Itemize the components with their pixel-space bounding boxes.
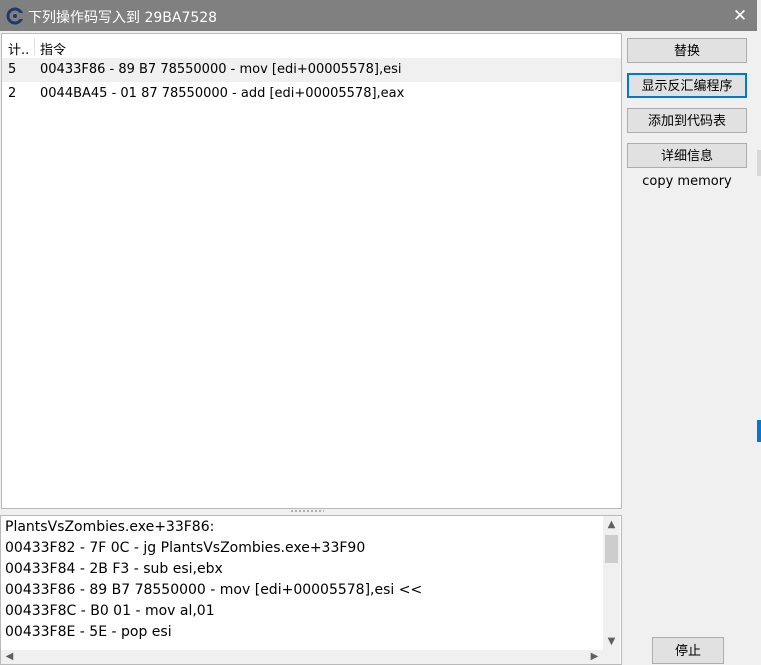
background-window-selection: [757, 420, 761, 442]
disasm-line: 00433F86 - 89 B7 78550000 - mov [edi+000…: [5, 582, 423, 598]
stop-button[interactable]: 停止: [652, 637, 724, 664]
row-instruction: 00433F86 - 89 B7 78550000 - mov [edi+000…: [40, 62, 402, 77]
title-bar[interactable]: 下列操作码写入到 29BA7528 ✕: [0, 0, 757, 31]
disasm-line: 00433F8C - B0 01 - mov al,01: [5, 603, 215, 619]
scroll-right-icon[interactable]: ▶: [586, 650, 603, 664]
column-header-count[interactable]: 计..: [8, 39, 29, 58]
list-row[interactable]: 5 00433F86 - 89 B7 78550000 - mov [edi+0…: [2, 58, 621, 82]
disasm-line: 00433F84 - 2B F3 - sub esi,ebx: [5, 561, 223, 577]
disassembly-view[interactable]: PlantsVsZombies.exe+33F86: 00433F82 - 7F…: [0, 515, 622, 665]
row-instruction: 0044BA45 - 01 87 78550000 - add [edi+000…: [40, 86, 405, 101]
add-to-codelist-button[interactable]: 添加到代码表: [627, 108, 747, 133]
background-window-edge: [757, 0, 761, 665]
disasm-line: 00433F82 - 7F 0C - jg PlantsVsZombies.ex…: [5, 540, 366, 556]
list-row[interactable]: 2 0044BA45 - 01 87 78550000 - add [edi+0…: [2, 82, 621, 106]
scroll-down-icon[interactable]: ▼: [603, 633, 620, 650]
instruction-list[interactable]: 计.. 指令 5 00433F86 - 89 B7 78550000 - mov…: [1, 33, 622, 509]
disasm-line: PlantsVsZombies.exe+33F86:: [5, 519, 215, 535]
splitter-handle[interactable]: [290, 509, 324, 513]
list-header: 计.. 指令: [2, 34, 621, 58]
scrollbar-thumb[interactable]: [605, 535, 618, 563]
horizontal-scrollbar[interactable]: ◀ ▶: [1, 650, 620, 664]
close-icon: ✕: [732, 6, 748, 26]
replace-button[interactable]: 替换: [627, 38, 747, 63]
row-count: 2: [8, 86, 17, 101]
cheat-engine-icon: [6, 7, 24, 25]
scroll-left-icon[interactable]: ◀: [1, 650, 18, 664]
opcode-writer-window: 下列操作码写入到 29BA7528 ✕ 计.. 指令 5 00433F86 - …: [0, 0, 758, 665]
scroll-up-icon[interactable]: ▲: [603, 516, 620, 533]
copy-memory-label[interactable]: copy memory: [627, 174, 747, 189]
window-title: 下列操作码写入到 29BA7528: [28, 10, 218, 26]
close-button[interactable]: ✕: [726, 5, 754, 27]
vertical-scrollbar[interactable]: ▲ ▼: [603, 516, 620, 650]
disasm-line: 00433F8E - 5E - pop esi: [5, 624, 172, 640]
more-info-button[interactable]: 详细信息: [627, 143, 747, 168]
column-header-instruction[interactable]: 指令: [40, 39, 66, 58]
column-divider[interactable]: [34, 38, 35, 55]
row-count: 5: [8, 62, 17, 77]
show-disassembler-button[interactable]: 显示反汇编程序: [627, 73, 747, 98]
background-window-strip: [757, 150, 761, 176]
